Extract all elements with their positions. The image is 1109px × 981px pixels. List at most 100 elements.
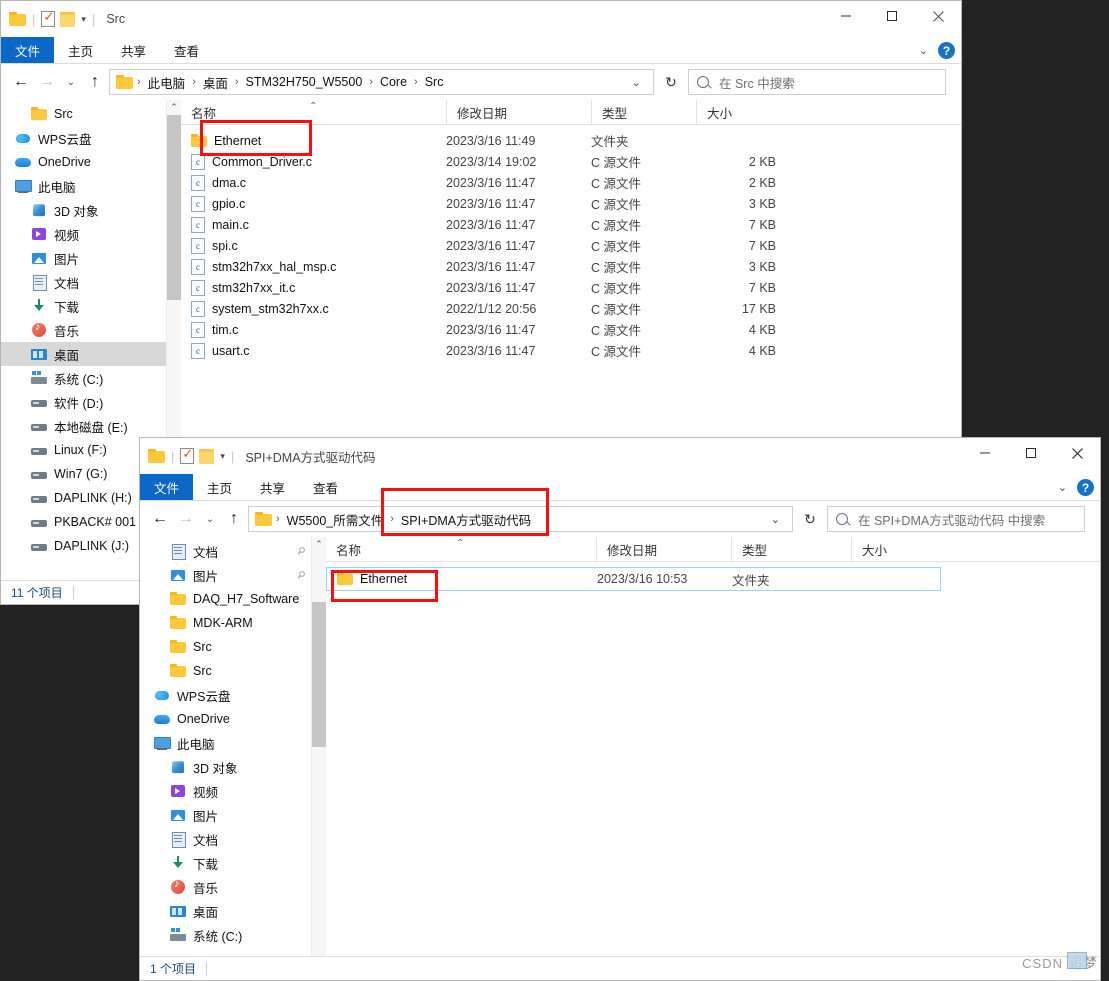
tab-home[interactable]: 主页 [193,474,246,500]
breadcrumb-item-0[interactable]: 此电脑 [142,73,192,92]
sidebar-item-4[interactable]: Src [140,635,326,659]
scroll-up-icon[interactable]: ⌃ [167,100,181,115]
window2-address-bar[interactable]: ← → ⌄ ↑ › W5500_所需文件 › SPI+DMA方式驱动代码 ⌄ ↻… [140,501,1100,537]
sidebar-item-7[interactable]: OneDrive [140,707,326,731]
sidebar-item-6[interactable]: WPS云盘 [140,683,326,707]
maximize-button[interactable] [1008,438,1054,468]
table-row[interactable]: Ethernet 2023/3/16 11:49 文件夹 [181,130,961,151]
file-name-cell[interactable]: c spi.c [181,237,446,254]
breadcrumb-item-4[interactable]: Src [419,75,450,89]
sidebar-item-16[interactable]: 系统 (C:) [140,923,326,947]
window1-titlebar[interactable]: | ▾ | Src [1,1,961,37]
sidebar-item-2[interactable]: OneDrive [1,150,181,174]
forward-arrow-icon[interactable]: → [174,506,198,532]
tab-home[interactable]: 主页 [54,37,107,63]
sidebar-item-13[interactable]: 本地磁盘 (E:) [1,414,181,438]
sidebar-item-2[interactable]: DAQ_H7_Software [140,587,326,611]
table-row[interactable]: c system_stm32h7xx.c 2022/1/12 20:56 C 源文件 1… [181,298,961,319]
tab-view[interactable]: 查看 [299,474,352,500]
breadcrumb-item-1[interactable]: SPI+DMA方式驱动代码 [395,510,537,529]
new-folder-icon[interactable] [199,448,215,464]
window2-controls[interactable] [962,438,1100,468]
recent-locations-icon[interactable]: ⌄ [200,506,220,532]
sidebar-item-3[interactable]: 此电脑 [1,174,181,198]
sidebar-item-6[interactable]: 图片 [1,246,181,270]
table-row[interactable]: c tim.c 2023/3/16 11:47 C 源文件 4 KB [181,319,961,340]
sidebar-item-5[interactable]: 视频 [1,222,181,246]
sidebar-item-14[interactable]: 音乐 [140,875,326,899]
chevron-down-icon[interactable]: ⌄ [624,76,649,89]
tab-share[interactable]: 共享 [107,37,160,63]
window2-titlebar[interactable]: | ▾ | SPI+DMA方式驱动代码 [140,438,1100,474]
file-name-cell[interactable]: Ethernet [327,572,597,586]
sidebar-item-4[interactable]: 3D 对象 [1,198,181,222]
sidebar-item-12[interactable]: 软件 (D:) [1,390,181,414]
folder-icon[interactable] [148,449,165,463]
window1-column-headers[interactable]: 名称 修改日期 类型 大小 ⌃ [181,100,961,125]
tab-file[interactable]: 文件 [1,37,55,63]
recent-locations-icon[interactable]: ⌄ [61,69,81,95]
table-row[interactable]: c dma.c 2023/3/16 11:47 C 源文件 2 KB [181,172,961,193]
sidebar-item-8[interactable]: 此电脑 [140,731,326,755]
tab-view[interactable]: 查看 [160,37,213,63]
file-name-cell[interactable]: c main.c [181,216,446,233]
file-name-cell[interactable]: c usart.c [181,342,446,359]
sidebar-item-10[interactable]: 视频 [140,779,326,803]
table-row[interactable]: c spi.c 2023/3/16 11:47 C 源文件 7 KB [181,235,961,256]
column-header-2[interactable]: 类型 [591,100,696,125]
sidebar-item-15[interactable]: 桌面 [140,899,326,923]
table-row[interactable]: c Common_Driver.c 2023/3/14 19:02 C 源文件 2 KB [181,151,961,172]
tab-file[interactable]: 文件 [140,474,194,500]
sidebar-item-0[interactable]: Src [1,102,181,126]
sidebar-item-11[interactable]: 系统 (C:) [1,366,181,390]
sidebar-item-1[interactable]: 图片 ⚲ [140,563,326,587]
column-header-3[interactable]: 大小 [851,537,1100,562]
sidebar-item-0[interactable]: 文档 ⚲ [140,539,326,563]
sidebar-item-12[interactable]: 文档 [140,827,326,851]
sidebar-item-7[interactable]: 文档 [1,270,181,294]
sidebar-item-9[interactable]: 音乐 [1,318,181,342]
chevron-down-icon[interactable]: ⌄ [919,44,928,57]
minimize-button[interactable] [823,1,869,31]
folder-icon[interactable] [9,12,26,26]
help-icon[interactable]: ? [938,42,955,59]
breadcrumb-item-0[interactable]: W5500_所需文件 [281,510,390,529]
window2-navigation-pane[interactable]: 文档 ⚲ 图片 ⚲ DAQ_H7_Software MDK-ARM Src Src WPS云盘 O… [140,537,326,980]
table-row[interactable]: c usart.c 2023/3/16 11:47 C 源文件 4 KB [181,340,961,361]
window2-quick-access-toolbar[interactable]: | ▾ | [148,446,235,464]
search-input[interactable]: 在 Src 中搜索 [688,69,946,95]
column-header-1[interactable]: 修改日期 [446,100,591,125]
chevron-down-icon[interactable]: ⌄ [1058,481,1067,494]
explorer-window-spi-dma[interactable]: | ▾ | SPI+DMA方式驱动代码 文件 主页 [139,437,1101,981]
breadcrumb[interactable]: › 此电脑 › 桌面 › STM32H750_W5500 › Core › Sr… [109,69,654,95]
maximize-button[interactable] [869,1,915,31]
refresh-icon[interactable]: ↻ [656,69,686,95]
breadcrumb-item-2[interactable]: STM32H750_W5500 [240,75,369,89]
chevron-down-icon[interactable]: ⌄ [763,513,788,526]
nav-pane-scrollbar[interactable]: ⌃ ⌄ [311,537,326,980]
file-name-cell[interactable]: c dma.c [181,174,446,191]
sidebar-item-3[interactable]: MDK-ARM [140,611,326,635]
sidebar-item-9[interactable]: 3D 对象 [140,755,326,779]
pin-icon[interactable]: ⚲ [294,545,307,558]
table-row[interactable]: c gpio.c 2023/3/16 11:47 C 源文件 3 KB [181,193,961,214]
close-button[interactable] [915,1,961,31]
properties-icon[interactable] [41,9,56,27]
chevron-down-icon[interactable]: ▾ [81,14,86,24]
table-row[interactable]: c stm32h7xx_hal_msp.c 2023/3/16 11:47 C 源文件… [181,256,961,277]
breadcrumb-item-3[interactable]: Core [374,75,413,89]
up-arrow-icon[interactable]: ↑ [83,69,107,95]
sidebar-item-10[interactable]: 桌面 [1,342,181,366]
window2-ribbon-tabs[interactable]: 文件 主页 共享 查看 ⌄ ? [140,474,1100,501]
back-arrow-icon[interactable]: ← [148,506,172,532]
file-name-cell[interactable]: c stm32h7xx_it.c [181,279,446,296]
tab-share[interactable]: 共享 [246,474,299,500]
sidebar-item-5[interactable]: Src [140,659,326,683]
window1-address-bar[interactable]: ← → ⌄ ↑ › 此电脑 › 桌面 › STM32H750_W5500 › C… [1,64,961,100]
table-row[interactable]: c main.c 2023/3/16 11:47 C 源文件 7 KB [181,214,961,235]
breadcrumb-item-1[interactable]: 桌面 [197,73,234,92]
column-header-2[interactable]: 类型 [731,537,851,562]
file-name-cell[interactable]: c system_stm32h7xx.c [181,300,446,317]
window1-ribbon-tabs[interactable]: 文件 主页 共享 查看 ⌄ ? [1,37,961,64]
help-icon[interactable]: ? [1077,479,1094,496]
